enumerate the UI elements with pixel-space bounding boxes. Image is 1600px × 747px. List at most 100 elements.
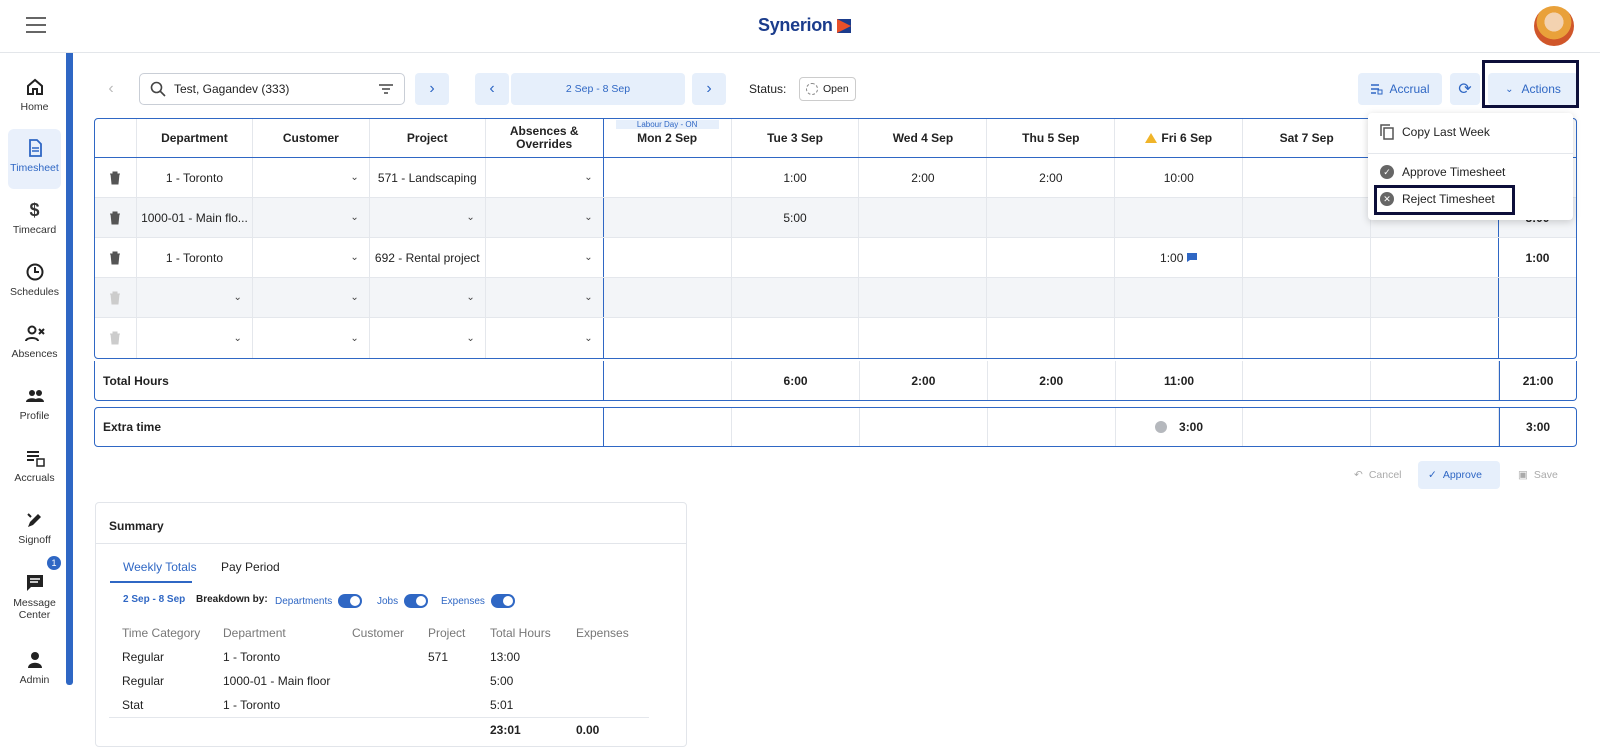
hours-cell[interactable]: 5:00 — [732, 198, 860, 237]
sidebar-label: Admin — [19, 674, 50, 686]
customer-select[interactable]: ⌄ — [253, 318, 370, 358]
department-select[interactable]: 1 - Toronto — [137, 238, 253, 277]
hours-cell[interactable] — [859, 198, 988, 237]
project-select[interactable]: ⌄ — [370, 278, 486, 317]
absence-select[interactable]: ⌄ — [486, 278, 604, 317]
project-select[interactable]: ⌄ — [370, 318, 486, 358]
hours-cell[interactable]: 1:00 — [732, 158, 860, 197]
hours-cell[interactable] — [1243, 278, 1372, 317]
menu-item-copy-last-week[interactable]: Copy Last Week — [1380, 124, 1490, 140]
toggle-expenses[interactable]: Expenses — [441, 594, 515, 608]
department-select[interactable]: ⌄ — [137, 318, 253, 358]
comment-icon[interactable] — [1187, 253, 1198, 262]
department-select[interactable]: ⌄ — [137, 278, 253, 317]
delete-row-button[interactable] — [95, 278, 137, 317]
sidebar-item-absences[interactable]: Absences — [8, 324, 61, 360]
approve-button[interactable]: ✓ Approve — [1418, 461, 1500, 489]
toggle-departments[interactable]: Departments — [275, 594, 363, 608]
user-avatar[interactable] — [1534, 6, 1574, 46]
hours-cell[interactable] — [987, 198, 1116, 237]
absence-select[interactable]: ⌄ — [486, 198, 604, 237]
sidebar-scrollbar[interactable] — [66, 53, 73, 685]
absence-select[interactable]: ⌄ — [486, 158, 604, 197]
sidebar-item-message-center[interactable]: Message Center — [8, 573, 61, 621]
hours-cell[interactable] — [859, 278, 988, 317]
project-select[interactable]: 571 - Landscaping — [370, 158, 486, 197]
header-absences-line2: Overrides — [516, 137, 573, 151]
department-select[interactable]: 1 - Toronto — [137, 158, 253, 197]
hours-cell[interactable] — [1371, 318, 1499, 358]
refresh-button[interactable]: ⟳ — [1450, 73, 1480, 105]
sidebar-item-accruals[interactable]: Accruals — [8, 448, 61, 484]
week-range-button[interactable]: 2 Sep - 8 Sep — [511, 73, 685, 105]
absence-select[interactable]: ⌄ — [486, 238, 604, 277]
next-week-button[interactable]: › — [692, 73, 726, 105]
hours-cell[interactable] — [859, 238, 988, 277]
hours-cell[interactable] — [604, 238, 732, 277]
save-button[interactable]: ▣ Save — [1508, 461, 1568, 489]
toggle-switch[interactable] — [404, 594, 429, 608]
hours-cell[interactable] — [1243, 198, 1372, 237]
summary-cell: 13:00 — [490, 650, 521, 664]
prev-week-button[interactable]: ‹ — [475, 73, 509, 105]
tab-pay-period[interactable]: Pay Period — [221, 560, 280, 574]
employee-search-field[interactable]: Test, Gagandev (333) — [139, 73, 405, 105]
customer-select[interactable]: ⌄ — [253, 198, 370, 237]
hours-cell[interactable] — [859, 318, 988, 358]
accrual-button[interactable]: Accrual — [1358, 73, 1442, 105]
hours-cell[interactable] — [1371, 278, 1499, 317]
extra-cell — [988, 408, 1116, 446]
menu-item-approve-timesheet[interactable]: ✓ Approve Timesheet — [1380, 165, 1505, 179]
project-select[interactable]: 692 - Rental project — [370, 238, 486, 277]
customer-select[interactable]: ⌄ — [253, 158, 370, 197]
cancel-button[interactable]: ↶ Cancel — [1344, 461, 1412, 489]
delete-row-button[interactable] — [95, 238, 137, 277]
delete-row-button[interactable] — [95, 318, 137, 358]
hours-cell[interactable] — [1371, 238, 1499, 277]
hours-cell[interactable] — [987, 278, 1116, 317]
hours-cell[interactable] — [1243, 318, 1372, 358]
delete-row-button[interactable] — [95, 198, 137, 237]
department-select[interactable]: 1000-01 - Main flo... — [137, 198, 253, 237]
hours-cell[interactable] — [987, 318, 1116, 358]
hours-cell[interactable] — [1115, 198, 1244, 237]
prev-employee-button[interactable]: ‹ — [94, 73, 128, 105]
toggle-jobs[interactable]: Jobs — [377, 594, 429, 608]
sidebar-item-admin[interactable]: Admin — [8, 650, 61, 686]
menu-icon[interactable] — [26, 17, 46, 33]
summary-row: Regular 1000-01 - Main floor 5:00 — [122, 669, 649, 693]
total-cell — [604, 361, 733, 400]
toggle-switch[interactable] — [338, 594, 363, 608]
hours-cell[interactable] — [604, 158, 732, 197]
next-employee-button[interactable]: › — [415, 73, 449, 105]
sidebar-item-profile[interactable]: Profile — [8, 386, 61, 422]
delete-row-button[interactable] — [95, 158, 137, 197]
sidebar-item-timesheet[interactable]: Timesheet — [8, 129, 61, 189]
hours-cell[interactable] — [1243, 158, 1372, 197]
hours-cell[interactable]: 1:00 — [1115, 238, 1244, 277]
toggle-switch[interactable] — [490, 594, 515, 608]
hours-cell[interactable] — [732, 278, 860, 317]
customer-select[interactable]: ⌄ — [253, 238, 370, 277]
sidebar-item-home[interactable]: Home — [8, 77, 61, 113]
hours-cell[interactable] — [1115, 318, 1244, 358]
sidebar-item-timecard[interactable]: $ Timecard — [8, 200, 61, 236]
hours-cell[interactable] — [1243, 238, 1372, 277]
filter-icon[interactable] — [378, 83, 394, 95]
hours-cell[interactable] — [604, 198, 732, 237]
hours-cell[interactable]: 2:00 — [987, 158, 1116, 197]
sidebar-item-schedules[interactable]: Schedules — [8, 262, 61, 298]
project-select[interactable]: ⌄ — [370, 198, 486, 237]
hours-cell[interactable] — [732, 238, 860, 277]
hours-cell[interactable] — [732, 318, 860, 358]
hours-cell[interactable] — [987, 238, 1116, 277]
sidebar-item-signoff[interactable]: Signoff — [8, 510, 61, 546]
customer-select[interactable]: ⌄ — [253, 278, 370, 317]
absence-select[interactable]: ⌄ — [486, 318, 604, 358]
hours-cell[interactable]: 2:00 — [859, 158, 988, 197]
tab-weekly-totals[interactable]: Weekly Totals — [123, 560, 197, 574]
hours-cell[interactable] — [604, 318, 732, 358]
hours-cell[interactable] — [604, 278, 732, 317]
hours-cell[interactable]: 10:00 — [1115, 158, 1244, 197]
hours-cell[interactable] — [1115, 278, 1244, 317]
